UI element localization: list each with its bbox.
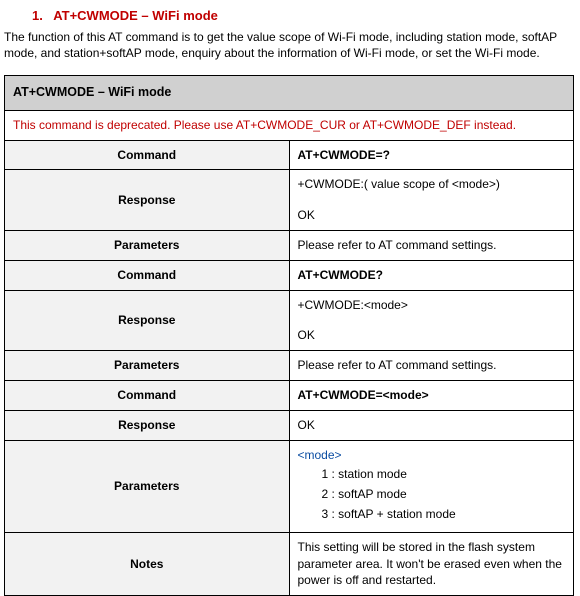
label-parameters: Parameters — [5, 231, 290, 261]
notes-value: This setting will be stored in the flash… — [289, 532, 574, 595]
mode-item: 3 : softAP + station mode — [322, 506, 566, 523]
table-header: AT+CWMODE – WiFi mode — [5, 76, 574, 111]
label-response: Response — [5, 170, 290, 231]
label-notes: Notes — [5, 532, 290, 595]
table-row: Parameters Please refer to AT command se… — [5, 351, 574, 381]
table-row: Command AT+CWMODE=? — [5, 140, 574, 170]
section-number: 1. — [32, 8, 43, 23]
table-header-row: AT+CWMODE – WiFi mode — [5, 76, 574, 111]
response-line1: +CWMODE:<mode> — [298, 297, 566, 314]
mode-item: 1 : station mode — [322, 466, 566, 483]
mode-list: 1 : station mode 2 : softAP mode 3 : sof… — [298, 466, 566, 522]
section-title-text: AT+CWMODE – WiFi mode — [53, 8, 218, 23]
response-value: +CWMODE:<mode> OK — [289, 290, 574, 351]
label-response: Response — [5, 410, 290, 440]
label-command: Command — [5, 260, 290, 290]
command-value: AT+CWMODE=? — [289, 140, 574, 170]
command-value: AT+CWMODE=<mode> — [289, 381, 574, 411]
mode-tag: <mode> — [298, 448, 342, 462]
response-line2: OK — [298, 207, 566, 224]
command-value: AT+CWMODE? — [289, 260, 574, 290]
response-value: +CWMODE:( value scope of <mode>) OK — [289, 170, 574, 231]
table-row: Response OK — [5, 410, 574, 440]
label-response: Response — [5, 290, 290, 351]
table-row: Parameters Please refer to AT command se… — [5, 231, 574, 261]
section-heading: 1. AT+CWMODE – WiFi mode — [32, 8, 580, 23]
command-table: AT+CWMODE – WiFi mode This command is de… — [4, 75, 574, 596]
response-line2: OK — [298, 327, 566, 344]
table-row: Response +CWMODE:( value scope of <mode>… — [5, 170, 574, 231]
response-line1: +CWMODE:( value scope of <mode>) — [298, 176, 566, 193]
parameters-value: <mode> 1 : station mode 2 : softAP mode … — [289, 440, 574, 532]
response-value: OK — [289, 410, 574, 440]
deprecated-notice: This command is deprecated. Please use A… — [5, 110, 574, 140]
label-command: Command — [5, 140, 290, 170]
section-description: The function of this AT command is to ge… — [4, 29, 576, 61]
deprecated-row: This command is deprecated. Please use A… — [5, 110, 574, 140]
parameters-value: Please refer to AT command settings. — [289, 351, 574, 381]
parameters-value: Please refer to AT command settings. — [289, 231, 574, 261]
label-parameters: Parameters — [5, 351, 290, 381]
table-row: Command AT+CWMODE? — [5, 260, 574, 290]
table-row: Notes This setting will be stored in the… — [5, 532, 574, 595]
table-row: Command AT+CWMODE=<mode> — [5, 381, 574, 411]
label-parameters: Parameters — [5, 440, 290, 532]
table-row: Response +CWMODE:<mode> OK — [5, 290, 574, 351]
mode-item: 2 : softAP mode — [322, 486, 566, 503]
table-row: Parameters <mode> 1 : station mode 2 : s… — [5, 440, 574, 532]
label-command: Command — [5, 381, 290, 411]
